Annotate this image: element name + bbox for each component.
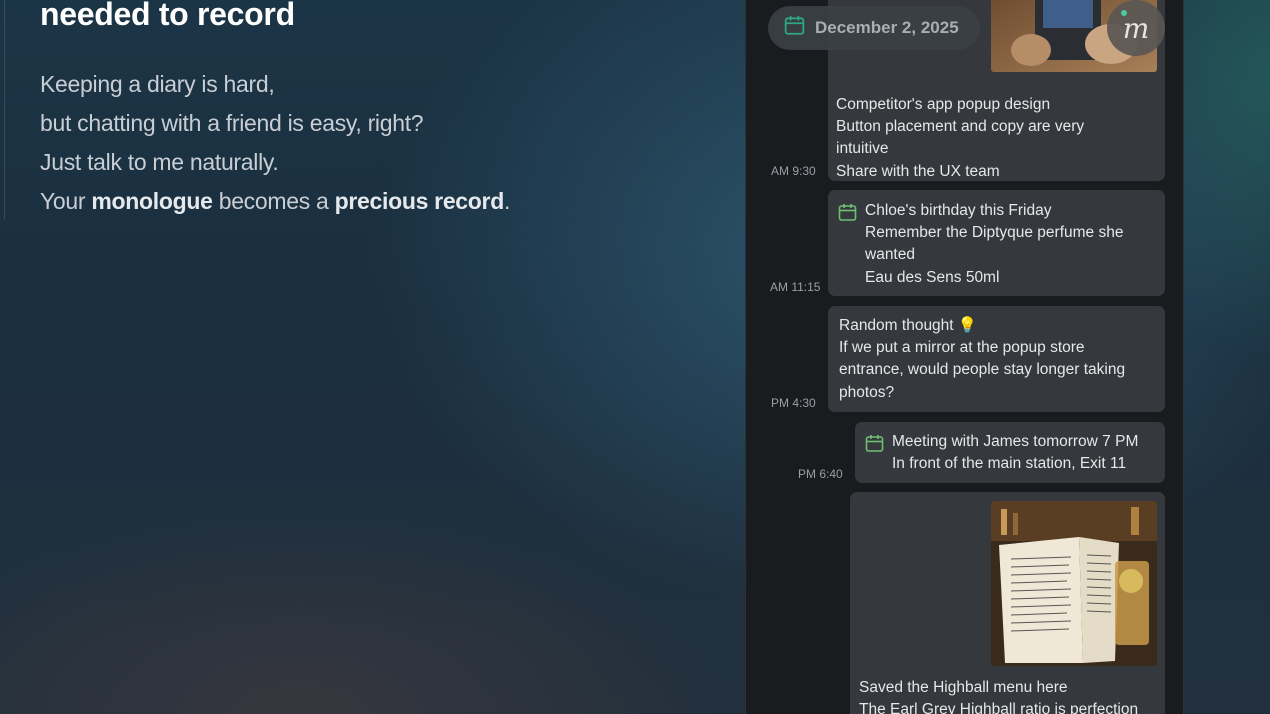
hero-title: needed to record: [40, 0, 295, 32]
message-timestamp: AM 11:15: [770, 280, 821, 294]
hero-description: Keeping a diary is hard, but chatting wi…: [40, 66, 510, 222]
calendar-reminder-bubble[interactable]: Meeting with James tomorrow 7 PM In fron…: [855, 422, 1165, 483]
message-timestamp: AM 9:30: [771, 164, 816, 178]
message-bubble[interactable]: Saved the Highball menu here The Earl Gr…: [850, 492, 1165, 714]
message-timestamp: PM 6:40: [798, 467, 843, 481]
menu-photo[interactable]: [991, 501, 1157, 666]
message-text: Chloe's birthday this Friday Remember th…: [865, 202, 1124, 286]
calendar-icon: [838, 203, 857, 296]
message-text: Competitor's app popup design Button pla…: [836, 96, 1085, 180]
hero-line-3: Just talk to me naturally.: [40, 149, 279, 175]
hero-line-4: Your monologue becomes a precious record…: [40, 183, 510, 222]
hero-line-4-prefix: Your: [40, 188, 92, 214]
calendar-icon: [784, 15, 805, 41]
hero-line-1: Keeping a diary is hard,: [40, 71, 275, 97]
hero-line-4-end: .: [503, 188, 511, 214]
message-timestamp: PM 4:30: [771, 396, 816, 410]
phone-chat-screen[interactable]: Competitor's app popup design Button pla…: [745, 0, 1184, 714]
message-text: Meeting with James tomorrow 7 PM In fron…: [892, 433, 1139, 473]
date-label: December 2, 2025: [815, 18, 959, 37]
hero-bold-precious-record: precious record: [334, 188, 505, 214]
hero-line-4-middle: becomes a: [212, 188, 335, 214]
message-text: Random thought 💡 If we put a mirror at t…: [839, 317, 1126, 401]
message-bubble[interactable]: Random thought 💡 If we put a mirror at t…: [828, 306, 1165, 412]
date-selector-pill[interactable]: December 2, 2025: [768, 6, 980, 50]
hero-line-2: but chatting with a friend is easy, righ…: [40, 110, 424, 136]
message-text: Saved the Highball menu here The Earl Gr…: [859, 679, 1139, 714]
assistant-avatar[interactable]: m: [1107, 0, 1165, 56]
left-divider: [4, 0, 5, 220]
online-status-dot: [1121, 10, 1127, 16]
calendar-reminder-bubble[interactable]: Chloe's birthday this Friday Remember th…: [828, 190, 1165, 296]
avatar-letter: m: [1122, 11, 1150, 45]
calendar-icon: [865, 434, 884, 483]
hero-bold-monologue: monologue: [91, 188, 213, 214]
